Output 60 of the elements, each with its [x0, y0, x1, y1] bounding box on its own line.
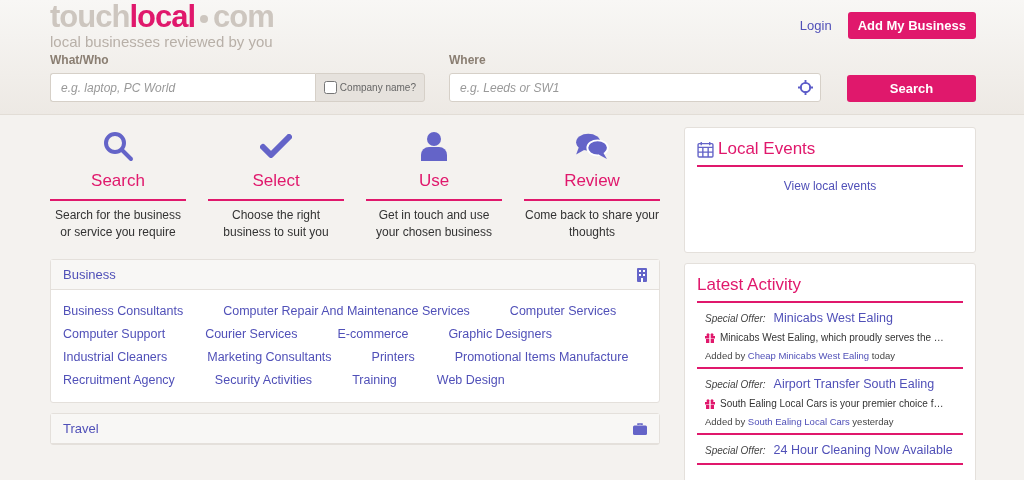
logo-tagline: local businesses reviewed by you: [50, 34, 274, 50]
card-title: Latest Activity: [697, 275, 801, 295]
where-label: Where: [449, 53, 487, 67]
category-link[interactable]: Web Design: [436, 373, 505, 387]
suitcase-icon: [633, 422, 647, 435]
step-description: Search for the business or service you require: [53, 207, 183, 241]
category-link[interactable]: Business Consultants: [63, 304, 184, 318]
category-header[interactable]: Travel: [51, 414, 659, 444]
checkmark-icon: [260, 134, 292, 158]
search-icon: [102, 130, 134, 162]
step-title: Use: [366, 165, 502, 201]
person-icon: [420, 131, 448, 161]
category-link[interactable]: Training: [352, 373, 397, 387]
add-my-business-button[interactable]: Add My Business: [847, 11, 976, 39]
category-link[interactable]: Industrial Cleaners: [63, 350, 168, 364]
offer-title-link[interactable]: Minicabs West Ealing: [773, 311, 893, 325]
category-link[interactable]: Printers: [371, 350, 415, 364]
gift-icon: [705, 398, 715, 409]
author-link[interactable]: Cheap Minicabs West Ealing: [747, 350, 870, 361]
calendar-icon: [697, 140, 714, 158]
category-link[interactable]: Promotional Items Manufacture: [454, 350, 629, 364]
category-link[interactable]: E-commerce: [337, 327, 409, 341]
category-link[interactable]: Courier Services: [205, 327, 298, 341]
category-link[interactable]: Security Activities: [214, 373, 313, 387]
login-link[interactable]: Login: [799, 17, 832, 33]
offer-title-link[interactable]: Airport Transfer South Ealing: [773, 377, 935, 391]
offer-title-link[interactable]: 24 Hour Cleaning Now Available: [773, 443, 953, 457]
category-link[interactable]: Computer Repair And Maintenance Services: [223, 304, 470, 318]
gift-icon: [705, 332, 715, 343]
step-title: Select: [208, 165, 344, 201]
offer-label: Special Offer:: [705, 445, 766, 456]
author-link[interactable]: South Ealing Local Cars: [747, 416, 850, 427]
category-link[interactable]: Recruitment Agency: [63, 373, 175, 387]
search-button[interactable]: Search: [847, 75, 976, 102]
step-description: Choose the right business to suit you: [222, 207, 330, 241]
added-by-text: Added by Cheap Minicabs West Ealing today: [705, 350, 896, 361]
card-title: Local Events: [718, 139, 816, 159]
speech-bubbles-icon: [575, 132, 609, 160]
step-title: Review: [524, 165, 660, 201]
where-field[interactable]: e.g. Leeds or SW1: [449, 73, 821, 102]
category-link[interactable]: Computer Services: [509, 304, 617, 318]
step-description: Come back to share your thoughts: [524, 207, 660, 241]
step-description: Get in touch and use your chosen business: [374, 207, 494, 241]
step-title: Search: [50, 165, 186, 201]
offer-label: Special Offer:: [705, 313, 766, 324]
crosshair-icon[interactable]: [798, 80, 813, 95]
offer-description: South Ealing Local Cars is your premier choice f…: [720, 398, 944, 409]
category-link[interactable]: Marketing Consultants: [207, 350, 332, 364]
offer-description: Minicabs West Ealing, which proudly serves the …: [720, 332, 944, 343]
company-name-checkbox[interactable]: [323, 81, 337, 94]
category-link[interactable]: Graphic Designers: [448, 327, 552, 341]
company-name-option[interactable]: Company name?: [314, 73, 425, 102]
what-who-label: What/Who: [50, 53, 110, 67]
what-who-field[interactable]: e.g. laptop, PC World: [50, 73, 315, 102]
category-header[interactable]: Business: [51, 260, 659, 290]
building-icon: [637, 267, 647, 282]
offer-label: Special Offer:: [705, 379, 766, 390]
added-by-text: Added by South Ealing Local Cars yesterday: [705, 416, 895, 427]
view-local-events-link[interactable]: View local events: [783, 179, 877, 193]
category-link[interactable]: Computer Support: [63, 327, 166, 341]
